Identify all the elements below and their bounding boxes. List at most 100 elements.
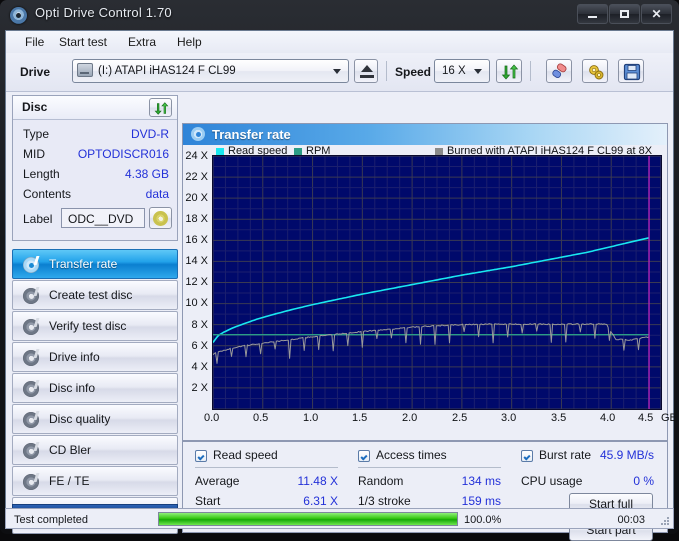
y-tick: 16 X bbox=[185, 234, 208, 246]
sidebar-item-label: Verify test disc bbox=[49, 319, 127, 333]
drive-select[interactable]: (I:) ATAPI iHAS124 F CL99 bbox=[72, 59, 349, 83]
read-speed-average-key: Average bbox=[195, 474, 240, 488]
x-tick: 4.5 bbox=[638, 412, 654, 424]
resize-grip[interactable] bbox=[659, 515, 670, 526]
sidebar-nav: Transfer rate Create test disc Verify te… bbox=[12, 249, 178, 528]
access-times-checkbox-label: Access times bbox=[376, 448, 447, 462]
chart-panel: Transfer rate Read speed RPM Burned with… bbox=[182, 123, 677, 441]
divider bbox=[195, 467, 338, 468]
menu-start-test[interactable]: Start test bbox=[54, 34, 112, 50]
menu-file[interactable]: File bbox=[20, 34, 49, 50]
sidebar-item-label: Create test disc bbox=[49, 288, 133, 302]
sidebar-item-disc-info[interactable]: Disc info bbox=[12, 373, 178, 403]
sidebar-item-label: Disc quality bbox=[49, 412, 111, 426]
y-tick: 4 X bbox=[191, 361, 208, 373]
disc-label-key: Label bbox=[23, 212, 53, 226]
toolbar: Drive (I:) ATAPI iHAS124 F CL99 Speed 16… bbox=[6, 53, 673, 92]
erase-button[interactable] bbox=[546, 59, 572, 83]
sidebar-item-label: Disc info bbox=[49, 381, 96, 395]
read-speed-checkbox-label: Read speed bbox=[213, 448, 278, 462]
disc-refresh-button[interactable] bbox=[149, 98, 172, 117]
y-tick: 2 X bbox=[191, 382, 208, 394]
y-tick: 12 X bbox=[185, 276, 208, 288]
app-window: Opti Drive Control 1.70 ✕ File Start tes… bbox=[0, 0, 679, 541]
window-title: Opti Drive Control 1.70 bbox=[35, 5, 172, 20]
refresh-arrows-icon bbox=[154, 102, 169, 115]
title-bar: Opti Drive Control 1.70 ✕ bbox=[0, 0, 679, 30]
chart-y-axis: 24 X 22 X 20 X 18 X 16 X 14 X 12 X 10 X … bbox=[183, 150, 211, 410]
drive-icon bbox=[77, 63, 93, 77]
y-tick: 24 X bbox=[185, 150, 208, 162]
disc-label-input[interactable]: ODC__DVD bbox=[61, 208, 145, 228]
sidebar-item-label: CD Bler bbox=[49, 443, 92, 457]
eraser-icon bbox=[552, 63, 567, 79]
x-tick: 0.5 bbox=[253, 412, 269, 424]
chart-title: Transfer rate bbox=[212, 127, 291, 142]
read-speed-start-value: 6.31 X bbox=[303, 494, 338, 508]
sidebar-item-create-test-disc[interactable]: Create test disc bbox=[12, 280, 178, 310]
x-tick: 2.5 bbox=[452, 412, 468, 424]
y-tick: 6 X bbox=[191, 340, 208, 352]
chart-plot-area bbox=[212, 155, 662, 410]
window-controls: ✕ bbox=[577, 4, 672, 24]
drive-select-value: (I:) ATAPI iHAS124 F CL99 bbox=[98, 65, 236, 77]
x-tick: 1.5 bbox=[352, 412, 368, 424]
sidebar-item-disc-quality[interactable]: Disc quality bbox=[12, 404, 178, 434]
toolbar-divider bbox=[386, 61, 387, 81]
disc-panel-header: Disc bbox=[13, 96, 177, 120]
speed-select[interactable]: 16 X bbox=[434, 59, 490, 83]
sidebar-item-transfer-rate[interactable]: Transfer rate bbox=[12, 249, 178, 279]
sidebar-item-label: Drive info bbox=[49, 350, 100, 364]
sidebar-item-drive-info[interactable]: Drive info bbox=[12, 342, 178, 372]
y-tick: 14 X bbox=[185, 255, 208, 267]
sidebar-item-cd-bler[interactable]: CD Bler bbox=[12, 435, 178, 465]
read-speed-start-key: Start bbox=[195, 494, 221, 508]
chevron-down-icon bbox=[333, 69, 341, 74]
x-tick: 1.0 bbox=[303, 412, 319, 424]
menu-bar: File Start test Extra Help bbox=[6, 31, 673, 54]
eject-button[interactable] bbox=[354, 59, 378, 83]
access-times-checkbox[interactable] bbox=[358, 450, 370, 462]
sidebar-item-verify-test-disc[interactable]: Verify test disc bbox=[12, 311, 178, 341]
access-third-stroke-key: 1/3 stroke bbox=[358, 494, 411, 508]
read-speed-average-value: 11.48 X bbox=[297, 474, 338, 488]
access-third-stroke-value: 159 ms bbox=[461, 494, 501, 508]
disc-mid-key: MID bbox=[23, 147, 45, 161]
x-tick: 3.5 bbox=[551, 412, 567, 424]
disc-length-key: Length bbox=[23, 167, 60, 181]
floppy-save-icon bbox=[623, 63, 641, 81]
status-message: Test completed bbox=[14, 513, 88, 526]
speed-label: Speed bbox=[395, 65, 432, 79]
transfer-rate-icon bbox=[191, 127, 205, 141]
refresh-button[interactable] bbox=[496, 59, 522, 83]
chevron-down-icon bbox=[474, 69, 482, 74]
maximize-button[interactable] bbox=[609, 4, 640, 24]
x-tick: 0.0 bbox=[204, 412, 220, 424]
x-axis-unit: GB bbox=[661, 412, 677, 424]
refresh-arrows-icon bbox=[501, 64, 519, 80]
disc-type-value: DVD-R bbox=[131, 127, 169, 141]
divider bbox=[358, 467, 501, 468]
sidebar-item-fe-te[interactable]: FE / TE bbox=[12, 466, 178, 496]
y-tick: 10 X bbox=[185, 297, 208, 309]
disc-contents-key: Contents bbox=[23, 187, 72, 201]
menu-help[interactable]: Help bbox=[172, 34, 207, 50]
read-speed-checkbox[interactable] bbox=[195, 450, 207, 462]
chart-x-axis: 0.0 0.5 1.0 1.5 2.0 2.5 3.0 3.5 4.0 4.5 … bbox=[183, 412, 677, 428]
burst-rate-checkbox[interactable] bbox=[521, 450, 533, 462]
burst-rate-value: 45.9 MB/s bbox=[599, 448, 654, 462]
disc-mid-value: OPTODISCR016 bbox=[77, 147, 169, 161]
minimize-button[interactable] bbox=[577, 4, 608, 24]
eject-icon bbox=[361, 65, 373, 72]
disc-panel-title: Disc bbox=[22, 100, 48, 114]
cpu-usage-value: 0 % bbox=[633, 474, 654, 488]
menu-extra[interactable]: Extra bbox=[123, 34, 161, 50]
access-random-value: 134 ms bbox=[461, 474, 501, 488]
settings-button[interactable] bbox=[582, 59, 608, 83]
disc-label-button[interactable] bbox=[149, 207, 172, 229]
y-tick: 8 X bbox=[191, 319, 208, 331]
access-random-key: Random bbox=[358, 474, 404, 488]
save-button[interactable] bbox=[618, 59, 644, 83]
progress-text: 100.0% bbox=[464, 513, 502, 526]
close-button[interactable]: ✕ bbox=[641, 4, 672, 24]
